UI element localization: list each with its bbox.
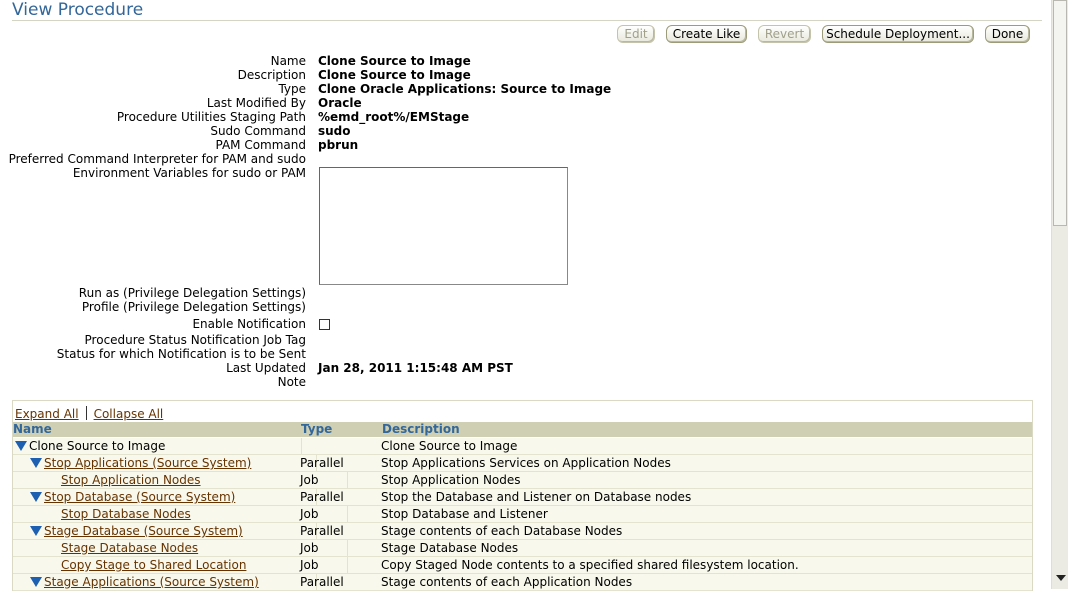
column-header-type[interactable]: Type (301, 422, 332, 436)
page-title: View Procedure (12, 0, 144, 20)
last-updated-value: Jan 28, 2011 1:15:48 AM PST (318, 361, 513, 375)
step-link[interactable]: Stop Applications (Source System) (44, 456, 251, 470)
step-type: Job (300, 541, 319, 555)
expand-triangle-icon[interactable] (30, 577, 42, 587)
command-interpreter-label: Preferred Command Interpreter for PAM an… (8, 152, 306, 166)
column-header-name[interactable]: Name (13, 422, 52, 436)
link-separator (85, 406, 87, 420)
step-type (300, 438, 380, 454)
step-description: Copy Staged Node contents to a specified… (381, 558, 799, 572)
environment-variables-field[interactable] (319, 167, 568, 285)
step-type: Job (300, 507, 319, 521)
step-type: Parallel (300, 456, 344, 470)
step-description: Stage contents of each Application Nodes (381, 575, 633, 589)
schedule-deployment-button[interactable]: Schedule Deployment... (822, 25, 974, 43)
step-type: Parallel (300, 490, 344, 504)
sudo-command-label: Sudo Command (210, 124, 306, 138)
step-description: Stop Applications Services on Applicatio… (381, 456, 671, 470)
edit-button[interactable]: Edit (617, 25, 655, 43)
description-value: Clone Source to Image (318, 68, 471, 82)
environment-variables-label: Environment Variables for sudo or PAM (72, 166, 306, 180)
tree-controls: Expand All Collapse All (15, 406, 163, 421)
enable-notification-checkbox[interactable] (319, 319, 330, 330)
done-button[interactable]: Done (985, 25, 1030, 43)
expand-triangle-icon[interactable] (30, 526, 42, 536)
description-label: Description (237, 68, 306, 82)
collapse-all-link[interactable]: Collapse All (94, 407, 164, 421)
profile-label: Profile (Privilege Delegation Settings) (81, 300, 306, 314)
step-link[interactable]: Copy Stage to Shared Location (61, 558, 246, 572)
step-name: Clone Source to Image (29, 439, 166, 453)
job-tag-label: Procedure Status Notification Job Tag (84, 333, 306, 347)
table-row: Stage Database (Source System) Parallel … (13, 523, 1032, 540)
title-divider (12, 20, 1042, 21)
step-link[interactable]: Stage Database Nodes (61, 541, 198, 555)
pam-command-label: PAM Command (215, 138, 306, 152)
vertical-scrollbar[interactable] (1051, 0, 1068, 589)
step-link[interactable]: Stage Database (Source System) (44, 524, 243, 538)
table-row: Clone Source to Image Clone Source to Im… (13, 438, 1032, 455)
step-type: Job (300, 558, 319, 572)
table-row: Stop Application Nodes Job Stop Applicat… (13, 472, 1032, 489)
scrollbar-thumb[interactable] (1053, 0, 1067, 226)
procedure-tree-table: Expand All Collapse All Name Type Descrip… (12, 400, 1033, 591)
expand-all-link[interactable]: Expand All (15, 407, 79, 421)
step-description: Stop Database and Listener (381, 507, 548, 521)
table-row: Stop Database (Source System) Parallel S… (13, 489, 1032, 506)
step-description: Stop Application Nodes (381, 473, 521, 487)
type-label: Type (278, 82, 306, 96)
step-type: Job (300, 473, 319, 487)
expand-triangle-icon[interactable] (15, 441, 27, 451)
table-row: Copy Stage to Shared Location Job Copy S… (13, 557, 1032, 574)
column-header-description[interactable]: Description (382, 422, 460, 436)
step-description: Clone Source to Image (381, 439, 518, 453)
step-link[interactable]: Stop Database (Source System) (44, 490, 235, 504)
type-value: Clone Oracle Applications: Source to Ima… (318, 82, 612, 96)
staging-path-label: Procedure Utilities Staging Path (116, 110, 306, 124)
revert-button[interactable]: Revert (758, 25, 811, 43)
table-row: Stop Applications (Source System) Parall… (13, 455, 1032, 472)
staging-path-value: %emd_root%/EMStage (318, 110, 470, 124)
table-row: Stop Database Nodes Job Stop Database an… (13, 506, 1032, 523)
step-link[interactable]: Stop Database Nodes (61, 507, 191, 521)
expand-triangle-icon[interactable] (30, 492, 42, 502)
note-label: Note (277, 375, 306, 389)
table-header: Name Type Description (13, 422, 1032, 437)
table-row: Stage Applications (Source System) Paral… (13, 574, 1032, 591)
name-value: Clone Source to Image (318, 54, 471, 68)
pam-command-value: pbrun (318, 138, 359, 152)
step-type: Parallel (300, 524, 344, 538)
run-as-label: Run as (Privilege Delegation Settings) (78, 286, 306, 300)
step-link[interactable]: Stage Applications (Source System) (44, 575, 259, 589)
last-modified-value: Oracle (318, 96, 362, 110)
sudo-command-value: sudo (318, 124, 351, 138)
step-link[interactable]: Stop Application Nodes (61, 473, 201, 487)
step-description: Stage Database Nodes (381, 541, 519, 555)
expand-triangle-icon[interactable] (30, 458, 42, 468)
name-label: Name (270, 54, 306, 68)
enable-notification-label: Enable Notification (192, 317, 306, 331)
last-updated-label: Last Updated (226, 361, 306, 375)
step-description: Stage contents of each Database Nodes (381, 524, 623, 538)
table-row: Stage Database Nodes Job Stage Database … (13, 540, 1032, 557)
last-modified-label: Last Modified By (206, 96, 306, 110)
notification-status-label: Status for which Notification is to be S… (56, 347, 306, 361)
create-like-button[interactable]: Create Like (666, 25, 747, 43)
step-description: Stop the Database and Listener on Databa… (381, 490, 692, 504)
step-type: Parallel (300, 575, 344, 589)
scroll-down-arrow-icon[interactable] (1056, 575, 1066, 581)
